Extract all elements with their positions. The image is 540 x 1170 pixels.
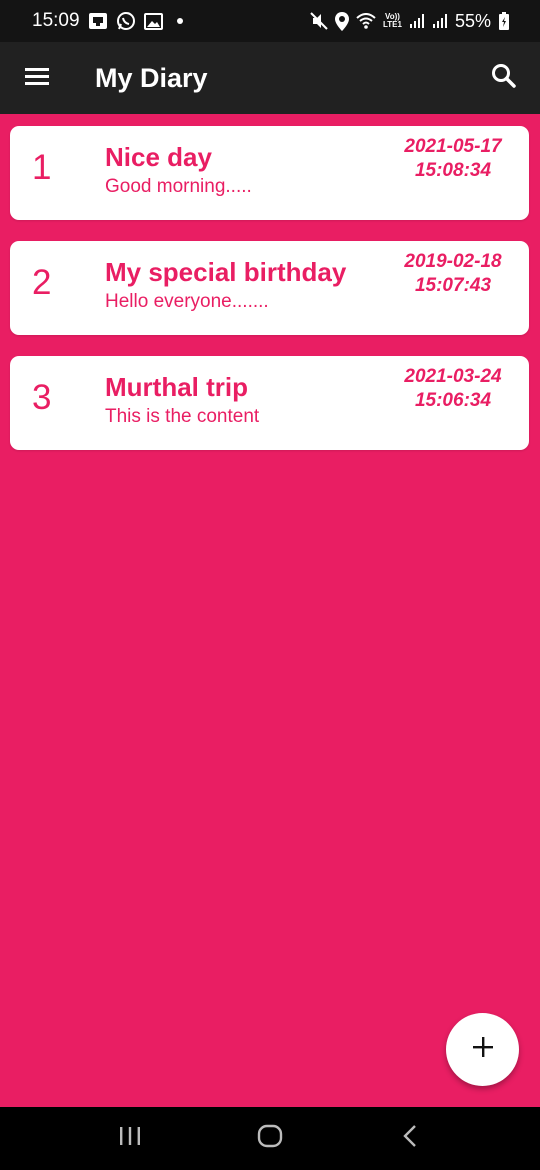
entry-date: 2021-03-24 <box>404 366 502 387</box>
signal-icon-2 <box>432 13 448 29</box>
system-nav-bar <box>0 1107 540 1170</box>
entry-number: 3 <box>32 378 52 417</box>
status-right: Vo)) LTE1 55% <box>310 11 510 32</box>
diary-entry-list: 1 Nice day Good morning..... 2021-05-17 … <box>10 126 530 471</box>
recent-apps-icon <box>118 1125 142 1152</box>
wifi-icon <box>356 13 376 29</box>
entry-number: 1 <box>32 148 52 187</box>
search-button[interactable] <box>472 42 536 114</box>
entry-date: 2021-05-17 <box>404 136 502 157</box>
entry-title: Murthal trip <box>105 372 248 402</box>
entry-title: Nice day <box>105 142 212 172</box>
diary-entry-card[interactable]: 3 Murthal trip This is the content 2021-… <box>10 356 529 450</box>
plus-icon <box>472 1036 494 1063</box>
signal-icon <box>409 13 425 29</box>
home-icon <box>257 1124 283 1153</box>
menu-button[interactable] <box>0 42 74 114</box>
entry-title: My special birthday <box>105 257 347 287</box>
status-bar: 15:09 Vo)) LTE1 55% <box>0 0 540 42</box>
diary-entry-card[interactable]: 2 My special birthday Hello everyone....… <box>10 241 529 335</box>
entry-preview: Good morning..... <box>105 176 252 197</box>
page-title: My Diary <box>95 62 208 93</box>
status-time: 15:09 <box>32 10 80 31</box>
entry-preview: Hello everyone....... <box>105 291 269 312</box>
volte-bottom-label: LTE1 <box>383 20 402 29</box>
notification-dot-icon <box>176 18 183 24</box>
entry-preview: This is the content <box>105 406 260 427</box>
status-left: 15:09 <box>32 10 183 32</box>
entry-number: 2 <box>32 263 52 302</box>
diary-entry-card[interactable]: 1 Nice day Good morning..... 2021-05-17 … <box>10 126 529 220</box>
home-button[interactable] <box>230 1107 310 1170</box>
screen-cast-icon <box>88 12 108 30</box>
battery-percent: 55% <box>454 10 491 31</box>
back-button[interactable] <box>370 1107 450 1170</box>
add-entry-button[interactable] <box>446 1013 519 1086</box>
mute-icon <box>310 12 328 30</box>
entry-time: 15:07:43 <box>414 275 492 296</box>
whatsapp-icon <box>116 11 136 31</box>
app-bar: My Diary <box>0 42 540 114</box>
search-icon <box>491 63 517 94</box>
entry-time: 15:08:34 <box>414 160 492 181</box>
back-icon <box>402 1124 418 1153</box>
volte-indicator: Vo)) LTE1 <box>383 13 402 29</box>
battery-icon <box>498 11 510 31</box>
recent-apps-button[interactable] <box>90 1107 170 1170</box>
gallery-icon <box>143 12 163 30</box>
hamburger-menu-icon <box>24 66 50 91</box>
location-icon <box>335 11 349 31</box>
entry-time: 15:06:34 <box>414 390 492 411</box>
entry-date: 2019-02-18 <box>404 251 502 272</box>
